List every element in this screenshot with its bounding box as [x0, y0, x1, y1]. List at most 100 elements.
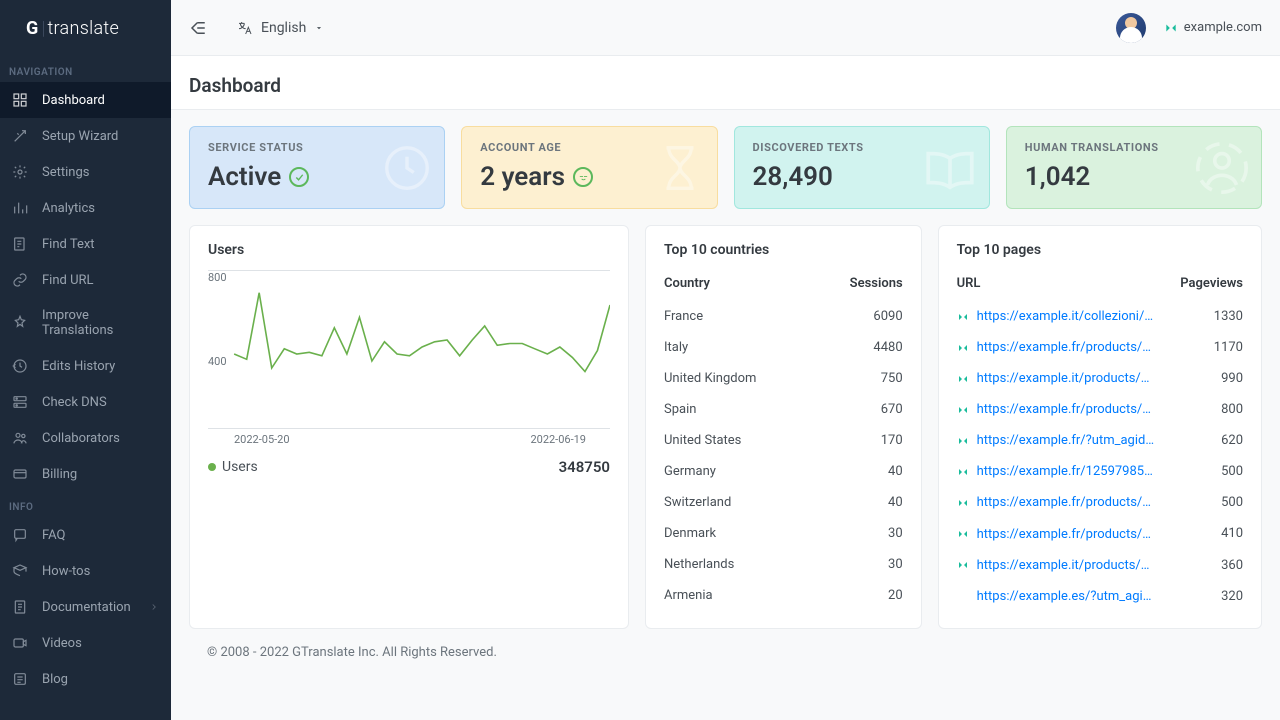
- url-link[interactable]: https://example.fr/12597985370/di…: [977, 464, 1157, 479]
- logo[interactable]: G|translate: [0, 0, 171, 57]
- card-service-status: SERVICE STATUS Active: [189, 126, 445, 209]
- panel-title: Top 10 pages: [957, 242, 1243, 258]
- country-cell: Switzerland: [664, 487, 816, 518]
- page-title: Dashboard: [171, 56, 1280, 110]
- card-human-translations: HUMAN TRANSLATIONS 1,042: [1006, 126, 1262, 209]
- url-link[interactable]: https://example.it/collezioni/poltron…: [977, 309, 1157, 324]
- url-link[interactable]: https://example.fr/products/mgc-a…: [977, 495, 1157, 510]
- avatar[interactable]: [1116, 13, 1146, 43]
- sidebar-item-how-tos[interactable]: How-tos: [0, 553, 171, 589]
- collab-icon: [12, 430, 28, 446]
- video-icon: [12, 635, 28, 651]
- sessions-cell: 4480: [816, 332, 903, 363]
- language-label: English: [261, 20, 306, 36]
- panel-top-pages: Top 10 pages URL Pageviews https://examp…: [938, 225, 1262, 629]
- chevron-right-icon: [149, 602, 159, 612]
- card-account-age: ACCOUNT AGE 2 years: [461, 126, 717, 209]
- sidebar-item-label: Check DNS: [42, 395, 107, 410]
- table-row: https://example.fr/12597985370/di…500: [957, 456, 1243, 487]
- sidebar-item-edits-history[interactable]: Edits History: [0, 348, 171, 384]
- url-link[interactable]: https://example.fr/products/naipo-s…: [977, 527, 1157, 542]
- pageviews-cell: 360: [1169, 550, 1243, 581]
- country-cell: Germany: [664, 456, 816, 487]
- sidebar-item-documentation[interactable]: Documentation: [0, 589, 171, 625]
- history-icon: [12, 358, 28, 374]
- site-link[interactable]: example.com: [1164, 20, 1262, 35]
- gt-icon: [957, 373, 971, 385]
- sidebar-item-blog[interactable]: Blog: [0, 661, 171, 697]
- pageviews-cell: 1170: [1169, 332, 1243, 363]
- y-tick-800: 800: [208, 271, 610, 284]
- pageviews-cell: 500: [1169, 487, 1243, 518]
- sessions-cell: 40: [816, 456, 903, 487]
- sidebar-item-label: Analytics: [42, 201, 95, 216]
- url-link[interactable]: https://example.fr/products/mgc-a…: [977, 340, 1157, 355]
- country-cell: Spain: [664, 394, 816, 425]
- sidebar-item-find-url[interactable]: Find URL: [0, 262, 171, 298]
- url-link[interactable]: https://example.fr/products/massa…: [977, 402, 1157, 417]
- dashboard-icon: [12, 92, 28, 108]
- table-row: https://example.es/?utm_agid=132…320: [957, 581, 1243, 612]
- table-row: https://example.fr/?utm_agid=135…620: [957, 425, 1243, 456]
- gauge-icon: [380, 141, 434, 195]
- country-cell: Netherlands: [664, 549, 816, 580]
- pageviews-cell: 800: [1169, 394, 1243, 425]
- url-link[interactable]: https://example.es/?utm_agid=132…: [977, 589, 1157, 604]
- language-selector[interactable]: English: [237, 20, 324, 36]
- card-value: 2 years: [480, 162, 565, 192]
- sidebar-item-settings[interactable]: Settings: [0, 154, 171, 190]
- sidebar-item-faq[interactable]: FAQ: [0, 517, 171, 553]
- table-row: Germany40: [664, 456, 903, 487]
- sidebar-item-label: Setup Wizard: [42, 129, 118, 144]
- sidebar-item-improve-translations[interactable]: Improve Translations: [0, 298, 171, 348]
- sidebar-item-label: Find URL: [42, 273, 94, 288]
- sidebar-item-billing[interactable]: Billing: [0, 456, 171, 492]
- users-chart: [208, 284, 610, 424]
- sidebar-item-label: Blog: [42, 672, 68, 687]
- sidebar-item-videos[interactable]: Videos: [0, 625, 171, 661]
- card-value: 1,042: [1025, 162, 1091, 192]
- country-cell: Denmark: [664, 518, 816, 549]
- dns-icon: [12, 394, 28, 410]
- panel-top-countries: Top 10 countries Country Sessions France…: [645, 225, 922, 629]
- table-row: https://example.it/products/naipo-s… 360: [957, 550, 1243, 581]
- translate-icon: [237, 20, 253, 36]
- collapse-sidebar-button[interactable]: [189, 19, 207, 37]
- panel-title: Top 10 countries: [664, 242, 903, 258]
- country-cell: Italy: [664, 332, 816, 363]
- sidebar-item-dashboard[interactable]: Dashboard: [0, 82, 171, 118]
- gt-icon: [957, 528, 971, 540]
- sessions-cell: 6090: [816, 301, 903, 332]
- sidebar-item-find-text[interactable]: Find Text: [0, 226, 171, 262]
- gt-icon: [957, 559, 971, 571]
- sidebar-item-collaborators[interactable]: Collaborators: [0, 420, 171, 456]
- find-url-icon: [12, 272, 28, 288]
- country-cell: Armenia: [664, 580, 816, 611]
- col-pageviews: Pageviews: [1169, 270, 1243, 301]
- url-link[interactable]: https://example.fr/?utm_agid=135…: [977, 433, 1157, 448]
- users-total: 348750: [559, 458, 610, 476]
- sidebar-item-analytics[interactable]: Analytics: [0, 190, 171, 226]
- sidebar-item-label: Documentation: [42, 600, 131, 615]
- country-cell: United States: [664, 425, 816, 456]
- check-icon: [289, 167, 309, 187]
- panel-users: Users 800 400 2022-05-20 2022-06-19 User…: [189, 225, 629, 629]
- analytics-icon: [12, 200, 28, 216]
- sidebar-item-check-dns[interactable]: Check DNS: [0, 384, 171, 420]
- sidebar-item-label: Improve Translations: [42, 308, 159, 338]
- gt-icon: [957, 342, 971, 354]
- blog-icon: [12, 671, 28, 687]
- sessions-cell: 750: [816, 363, 903, 394]
- sidebar-item-label: Collaborators: [42, 431, 120, 446]
- url-link[interactable]: https://example.it/products/naipo-s…: [977, 558, 1157, 573]
- card-discovered-texts: DISCOVERED TEXTS 28,490: [734, 126, 990, 209]
- table-row: https://example.fr/products/naipo-s…410: [957, 518, 1243, 549]
- sidebar-item-label: Billing: [42, 467, 77, 482]
- url-link[interactable]: https://example.it/products/naipo-s…: [977, 371, 1157, 386]
- improve-icon: [12, 315, 28, 331]
- table-row: France6090: [664, 301, 903, 332]
- sidebar-item-setup-wizard[interactable]: Setup Wizard: [0, 118, 171, 154]
- faq-icon: [12, 527, 28, 543]
- pageviews-cell: 1330: [1169, 301, 1243, 332]
- sessions-cell: 170: [816, 425, 903, 456]
